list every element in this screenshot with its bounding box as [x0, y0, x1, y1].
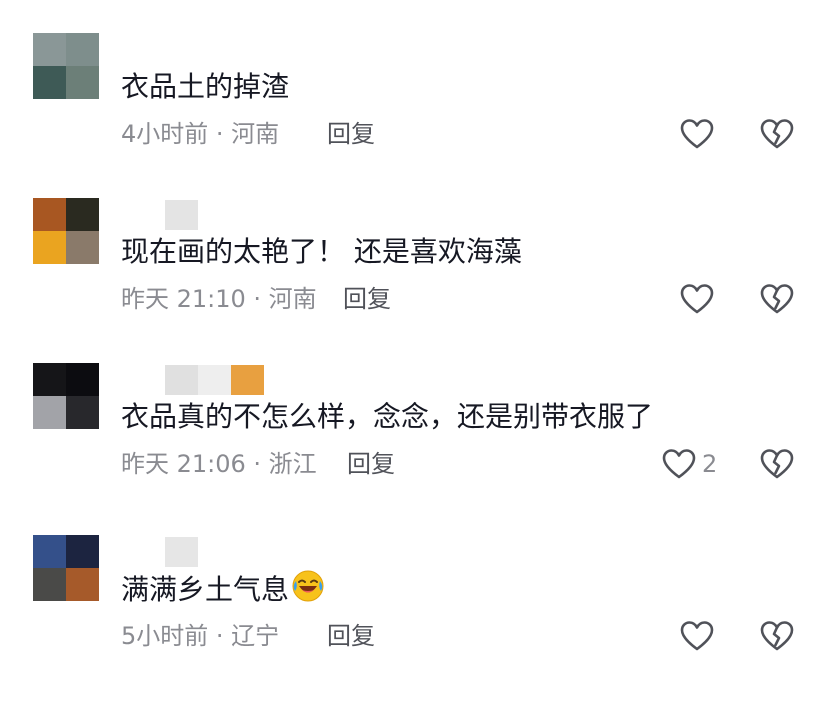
- comment-item: 衣品真的不怎么样，念念，还是别带衣服了 昨天 21:06 · 浙江 回复 2: [0, 363, 828, 535]
- avatar[interactable]: [33, 198, 99, 264]
- reply-button[interactable]: 回复: [347, 447, 395, 481]
- username-tile: [165, 365, 198, 395]
- avatar-tile: [66, 363, 99, 396]
- heart-outline-icon: [662, 448, 696, 480]
- avatar-tile: [66, 33, 99, 66]
- like-count: 2: [702, 450, 718, 478]
- avatar-tile: [66, 396, 99, 429]
- username[interactable]: [165, 365, 264, 395]
- avatar-tile: [33, 231, 66, 264]
- comment-meta: 昨天 21:06 · 浙江: [121, 450, 317, 478]
- avatar-tile: [66, 66, 99, 99]
- avatar-tile: [66, 198, 99, 231]
- heart-outline-icon: [680, 620, 714, 652]
- avatar-tile: [33, 568, 66, 601]
- heart-outline-icon: [680, 283, 714, 315]
- username[interactable]: [165, 200, 198, 230]
- username-tile: [198, 365, 231, 395]
- laughing-tears-emoji-icon: [291, 569, 325, 603]
- comment-item: 衣品土的掉渣 4小时前 · 河南 回复: [0, 33, 828, 205]
- avatar-tile: [66, 231, 99, 264]
- heart-outline-icon: [680, 118, 714, 150]
- comment-text-content: 满满乡土气息: [121, 573, 290, 606]
- username-tile: [165, 537, 198, 567]
- comment-text: 衣品真的不怎么样，念念，还是别带衣服了: [121, 400, 654, 433]
- avatar[interactable]: [33, 535, 99, 601]
- broken-heart-icon: [760, 620, 794, 652]
- comment-meta: 5小时前 · 辽宁: [121, 622, 280, 650]
- username[interactable]: [165, 537, 198, 567]
- broken-heart-icon: [760, 283, 794, 315]
- like-button[interactable]: [680, 619, 720, 653]
- like-button[interactable]: 2: [662, 447, 717, 481]
- username-tile: [231, 365, 264, 395]
- avatar-tile: [66, 568, 99, 601]
- comment-text: 现在画的太艳了！ 还是喜欢海藻: [121, 235, 522, 268]
- dislike-button[interactable]: [760, 117, 794, 151]
- avatar[interactable]: [33, 33, 99, 99]
- like-button[interactable]: [680, 282, 720, 316]
- reply-button[interactable]: 回复: [327, 117, 375, 151]
- comment-meta: 4小时前 · 河南: [121, 120, 280, 148]
- comment-text: 满满乡土气息: [121, 569, 325, 610]
- reply-button[interactable]: 回复: [343, 282, 391, 316]
- username-tile: [165, 200, 198, 230]
- comment-item: 现在画的太艳了！ 还是喜欢海藻 昨天 21:10 · 河南 回复: [0, 198, 828, 370]
- dislike-button[interactable]: [760, 282, 794, 316]
- comment-item: 满满乡土气息 5小时前 · 辽宁 回复: [0, 535, 828, 707]
- avatar-tile: [33, 198, 66, 231]
- avatar-tile: [33, 535, 66, 568]
- avatar-tile: [66, 535, 99, 568]
- reply-button[interactable]: 回复: [327, 619, 375, 653]
- avatar-tile: [33, 396, 66, 429]
- avatar-tile: [33, 363, 66, 396]
- avatar[interactable]: [33, 363, 99, 429]
- dislike-button[interactable]: [760, 619, 794, 653]
- broken-heart-icon: [760, 118, 794, 150]
- avatar-tile: [33, 66, 66, 99]
- broken-heart-icon: [760, 448, 794, 480]
- like-button[interactable]: [680, 117, 720, 151]
- comment-text: 衣品土的掉渣: [121, 70, 290, 103]
- avatar-tile: [33, 33, 66, 66]
- comment-meta: 昨天 21:10 · 河南: [121, 285, 317, 313]
- dislike-button[interactable]: [760, 447, 794, 481]
